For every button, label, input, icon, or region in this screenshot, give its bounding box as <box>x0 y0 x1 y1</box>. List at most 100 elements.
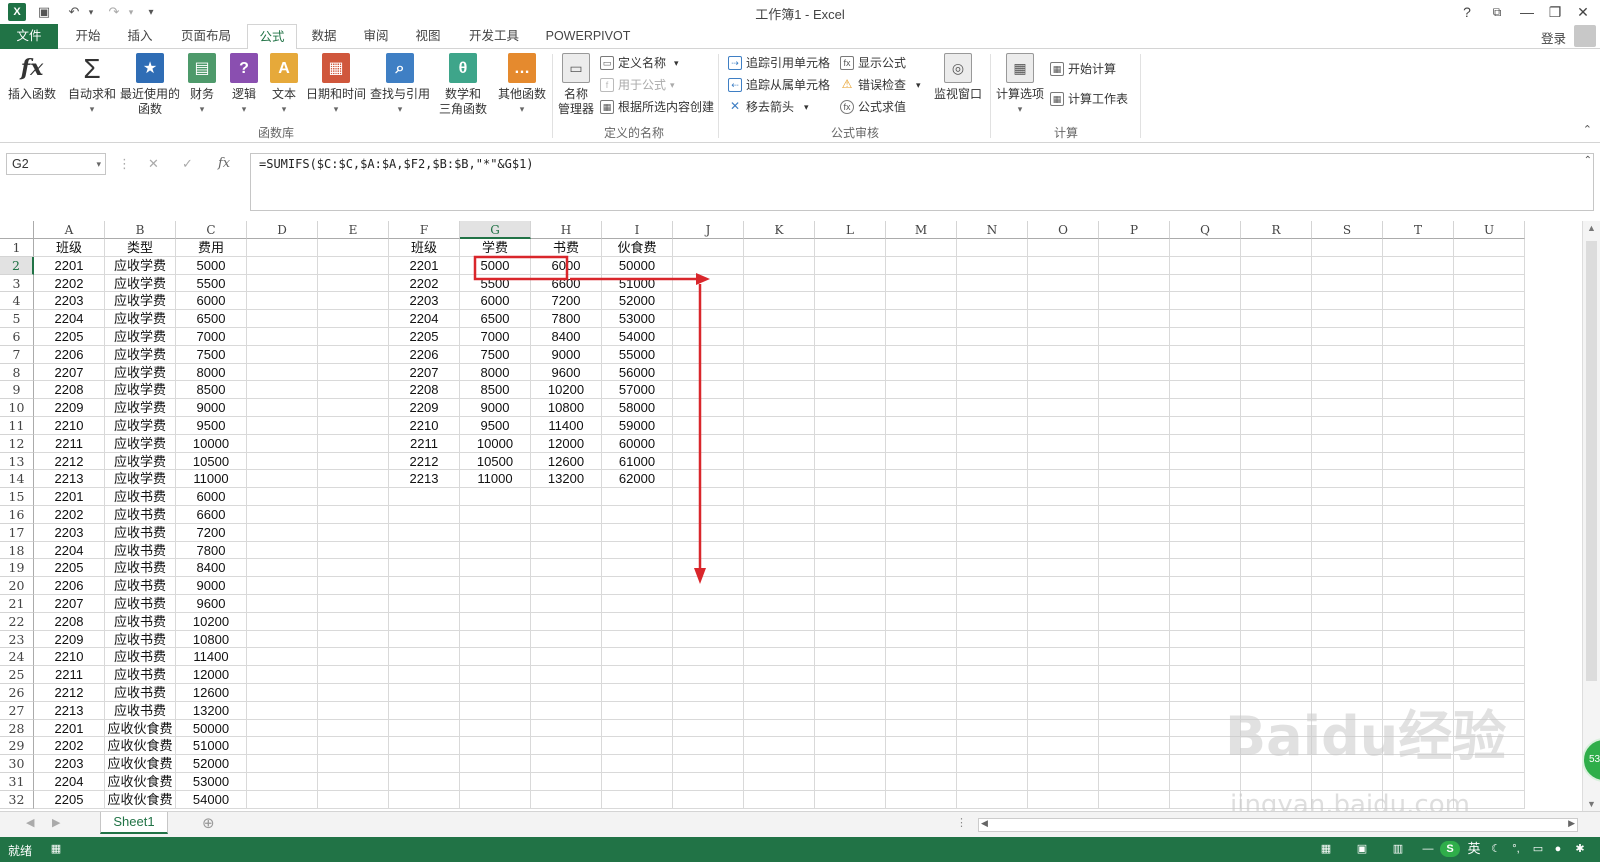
trace-dependents-button[interactable]: ⇠ 追踪从属单元格 <box>728 75 830 95</box>
cell-B17[interactable]: 应收书费 <box>105 523 176 542</box>
cell-C6[interactable]: 7000 <box>176 328 247 346</box>
cell-L6[interactable] <box>815 328 886 346</box>
cell-J11[interactable] <box>673 417 744 435</box>
cell-D19[interactable] <box>247 559 318 578</box>
cell-E4[interactable] <box>318 292 389 311</box>
cell-T10[interactable] <box>1383 399 1454 417</box>
cell-E5[interactable] <box>318 310 389 328</box>
column-header[interactable]: S <box>1312 221 1383 239</box>
cell-L13[interactable] <box>815 452 886 471</box>
row-header[interactable]: 7 <box>0 345 34 364</box>
cell-M12[interactable] <box>886 434 957 453</box>
cell-O1[interactable] <box>1028 239 1099 257</box>
add-sheet-icon[interactable]: ⊕ <box>202 814 215 832</box>
cell-J22[interactable] <box>673 612 744 631</box>
cell-M7[interactable] <box>886 345 957 364</box>
cell-J21[interactable] <box>673 595 744 613</box>
cell-R19[interactable] <box>1241 559 1312 578</box>
cell-A13[interactable]: 2212 <box>34 452 105 471</box>
cell-M8[interactable] <box>886 363 957 382</box>
cell-I23[interactable] <box>602 630 673 649</box>
cell-S15[interactable] <box>1312 488 1383 506</box>
cell-S2[interactable] <box>1312 256 1383 275</box>
cell-A29[interactable]: 2202 <box>34 737 105 756</box>
cell-Q23[interactable] <box>1170 630 1241 649</box>
cell-J15[interactable] <box>673 488 744 506</box>
cell-N10[interactable] <box>957 399 1028 417</box>
cell-B24[interactable]: 应收书费 <box>105 648 176 667</box>
cell-G25[interactable] <box>460 666 531 684</box>
cell-A17[interactable]: 2203 <box>34 523 105 542</box>
cell-F6[interactable]: 2205 <box>389 328 460 346</box>
cell-H20[interactable] <box>531 577 602 595</box>
cell-K4[interactable] <box>744 292 815 311</box>
cell-G4[interactable]: 6000 <box>460 292 531 311</box>
cell-D14[interactable] <box>247 470 318 489</box>
cell-S10[interactable] <box>1312 399 1383 417</box>
use-in-formula-button[interactable]: f 用于公式 ▾ <box>600 75 675 95</box>
column-header[interactable]: M <box>886 221 957 239</box>
cell-I10[interactable]: 58000 <box>602 399 673 417</box>
cell-C32[interactable]: 54000 <box>176 790 247 809</box>
cell-H25[interactable] <box>531 666 602 684</box>
cell-T25[interactable] <box>1383 666 1454 684</box>
cell-C29[interactable]: 51000 <box>176 737 247 756</box>
column-header[interactable]: I <box>602 221 673 239</box>
cell-O22[interactable] <box>1028 612 1099 631</box>
row-header[interactable]: 29 <box>0 737 34 756</box>
cell-P31[interactable] <box>1099 773 1170 791</box>
cell-C14[interactable]: 11000 <box>176 470 247 489</box>
cell-N25[interactable] <box>957 666 1028 684</box>
cell-Q4[interactable] <box>1170 292 1241 311</box>
cell-O26[interactable] <box>1028 684 1099 702</box>
cell-I8[interactable]: 56000 <box>602 363 673 382</box>
cell-N31[interactable] <box>957 773 1028 791</box>
tools-icon[interactable]: ✱ <box>1572 841 1588 857</box>
cell-N2[interactable] <box>957 256 1028 275</box>
cell-E9[interactable] <box>318 381 389 400</box>
tab-data[interactable]: 数据 <box>304 24 344 49</box>
chevron-down-icon[interactable]: ▾ <box>96 154 101 174</box>
restore-button[interactable]: ❐ <box>1542 2 1568 22</box>
cell-O25[interactable] <box>1028 666 1099 684</box>
cell-K11[interactable] <box>744 417 815 435</box>
cell-G10[interactable]: 9000 <box>460 399 531 417</box>
row-header[interactable]: 11 <box>0 417 34 435</box>
cell-D32[interactable] <box>247 790 318 809</box>
cell-D3[interactable] <box>247 274 318 293</box>
tab-file[interactable]: 文件 <box>0 24 58 49</box>
column-header[interactable]: A <box>34 221 105 239</box>
login-link[interactable]: 登录 <box>1541 28 1566 47</box>
cell-G21[interactable] <box>460 595 531 613</box>
cell-E12[interactable] <box>318 434 389 453</box>
cell-J23[interactable] <box>673 630 744 649</box>
cell-L29[interactable] <box>815 737 886 756</box>
cell-N22[interactable] <box>957 612 1028 631</box>
cell-F22[interactable] <box>389 612 460 631</box>
cell-K30[interactable] <box>744 755 815 773</box>
cell-J5[interactable] <box>673 310 744 328</box>
cell-I15[interactable] <box>602 488 673 506</box>
cell-A28[interactable]: 2201 <box>34 719 105 738</box>
cell-D15[interactable] <box>247 488 318 506</box>
cell-U7[interactable] <box>1454 345 1525 364</box>
show-formulas-button[interactable]: fx 显示公式 <box>840 53 906 73</box>
cell-R13[interactable] <box>1241 452 1312 471</box>
cell-J4[interactable] <box>673 292 744 311</box>
cell-U8[interactable] <box>1454 363 1525 382</box>
cell-G16[interactable] <box>460 506 531 524</box>
cell-H17[interactable] <box>531 523 602 542</box>
cell-L3[interactable] <box>815 274 886 293</box>
cell-P9[interactable] <box>1099 381 1170 400</box>
cell-O15[interactable] <box>1028 488 1099 506</box>
cell-R16[interactable] <box>1241 506 1312 524</box>
cell-P20[interactable] <box>1099 577 1170 595</box>
cell-P26[interactable] <box>1099 684 1170 702</box>
cell-P16[interactable] <box>1099 506 1170 524</box>
cell-B5[interactable]: 应收学费 <box>105 310 176 328</box>
cell-C7[interactable]: 7500 <box>176 345 247 364</box>
cell-I12[interactable]: 60000 <box>602 434 673 453</box>
cell-G18[interactable] <box>460 541 531 560</box>
cell-Q14[interactable] <box>1170 470 1241 489</box>
cell-S7[interactable] <box>1312 345 1383 364</box>
